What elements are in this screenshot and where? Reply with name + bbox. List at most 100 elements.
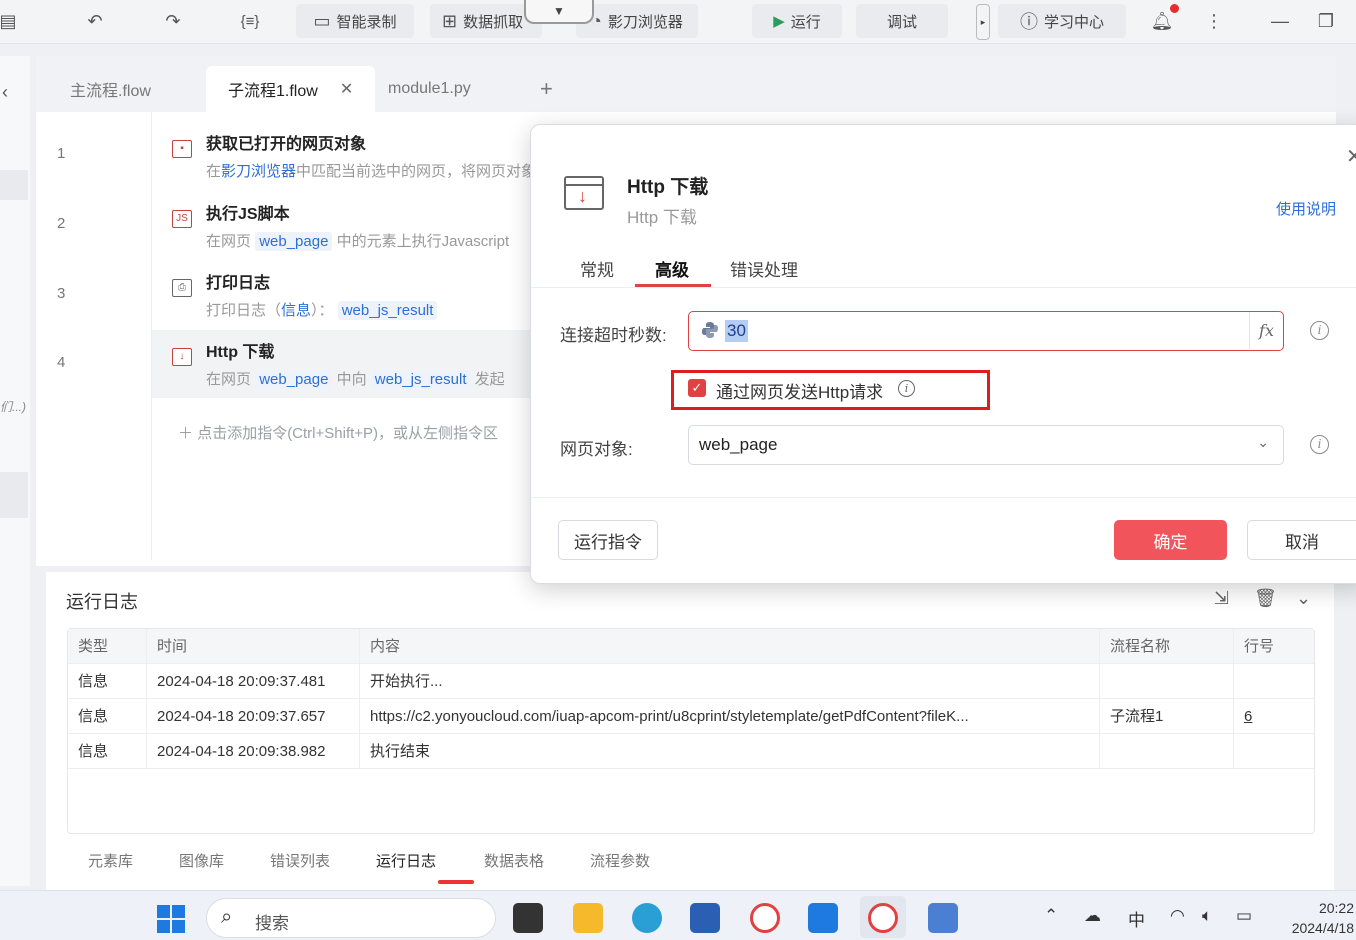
log-table: 类型 时间 内容 流程名称 行号 信息 2024-04-18 20:09:37.…: [67, 628, 1315, 834]
table-row[interactable]: 信息 2024-04-18 20:09:38.982 执行结束: [68, 734, 1314, 769]
table-icon: ⊞: [442, 10, 458, 31]
yingdao-editor-icon[interactable]: [868, 903, 898, 933]
dialog-subtitle: Http 下载: [627, 208, 697, 227]
tab-main-flow[interactable]: 主流程.flow: [48, 66, 173, 112]
tab-run-log[interactable]: 运行日志: [376, 850, 436, 871]
windows-start-icon[interactable]: [156, 904, 186, 934]
taskbar-clock[interactable]: 20:22 2024/4/18: [1276, 898, 1354, 938]
minimize-icon[interactable]: —: [1266, 4, 1294, 38]
collapse-header-chevron-icon[interactable]: ▼: [524, 0, 594, 24]
smart-record-button[interactable]: ▭ 智能录制: [296, 4, 414, 38]
plus-icon: ＋: [178, 425, 194, 442]
left-sidebar-collapsed: ‹ 们...): [0, 56, 30, 886]
send-via-webpage-checkbox[interactable]: ✓: [688, 379, 706, 397]
file-tabs: 主流程.flow 子流程1.flow ✕ module1.py: [36, 56, 1336, 112]
timeout-label: 连接超时秒数:: [560, 326, 667, 345]
search-icon: ⌕: [221, 906, 233, 928]
restore-icon[interactable]: ❐: [1312, 4, 1340, 38]
edge-browser-icon[interactable]: [632, 903, 662, 933]
notification-dot: [1170, 4, 1179, 13]
tab-error-list[interactable]: 错误列表: [270, 850, 330, 871]
printer-icon: ⎙: [172, 279, 192, 297]
webpage-icon: ▪: [172, 140, 192, 158]
trash-icon[interactable]: 🗑︎: [1254, 588, 1277, 609]
add-tab-icon[interactable]: +: [540, 76, 553, 102]
line-number: 1: [57, 145, 66, 162]
info-icon[interactable]: i: [898, 380, 915, 397]
table-header-row: 类型 时间 内容 流程名称 行号: [68, 629, 1314, 664]
tab-element-library[interactable]: 元素库: [88, 850, 133, 871]
run-button[interactable]: ▶ 运行: [752, 4, 842, 38]
dingtalk-icon[interactable]: [808, 903, 838, 933]
code-braces-icon[interactable]: {≡}: [232, 4, 268, 38]
close-icon[interactable]: ✕: [340, 79, 353, 99]
sidebar-text-fragment: 们...): [0, 400, 26, 414]
tab-image-library[interactable]: 图像库: [179, 850, 224, 871]
cloud-icon[interactable]: ☁: [1084, 906, 1101, 926]
taskbar-search[interactable]: ⌕ 搜索: [206, 898, 496, 938]
volume-muted-icon[interactable]: 🔈︎: [1202, 906, 1212, 926]
python-icon: [702, 322, 718, 338]
play-icon: ▶: [773, 13, 785, 30]
tab-subflow1[interactable]: 子流程1.flow ✕: [206, 66, 376, 112]
wifi-icon[interactable]: ◠: [1170, 906, 1185, 926]
webpage-object-select[interactable]: web_page ⌄: [688, 425, 1284, 465]
line-number: 4: [57, 354, 66, 371]
tab-data-table[interactable]: 数据表格: [484, 850, 544, 871]
battery-icon[interactable]: ▭: [1236, 906, 1252, 926]
timeout-input[interactable]: 30 fx: [688, 311, 1284, 351]
info-icon[interactable]: i: [1310, 321, 1329, 340]
line-link[interactable]: 6: [1234, 699, 1314, 734]
download-window-icon: ↓: [564, 176, 604, 210]
store-icon[interactable]: [690, 903, 720, 933]
chevron-up-icon[interactable]: ⌃: [1044, 906, 1058, 926]
save-icon[interactable]: ▤: [0, 4, 20, 38]
yingdao-browser-button[interactable]: ◔ 影刀浏览器: [576, 4, 698, 38]
fx-icon[interactable]: fx: [1249, 312, 1283, 349]
learning-center-button[interactable]: ⓘ 学习中心: [998, 4, 1126, 38]
close-icon[interactable]: ✕: [1346, 144, 1356, 169]
line-gutter: [46, 112, 152, 560]
active-tab-indicator: [438, 880, 474, 884]
run-instruction-button[interactable]: 运行指令: [558, 520, 658, 560]
info-icon[interactable]: i: [1310, 435, 1329, 454]
add-instruction-hint[interactable]: ＋ 点击添加指令(Ctrl+Shift+P)，或从左侧指令区: [178, 422, 538, 443]
ime-indicator[interactable]: 中: [1128, 906, 1145, 931]
tab-advanced[interactable]: 高级: [655, 256, 689, 281]
download-icon: ↓: [172, 348, 192, 366]
tab-error-handling[interactable]: 错误处理: [730, 256, 798, 281]
debug-button[interactable]: 调试: [856, 4, 948, 38]
tab-general[interactable]: 常规: [580, 256, 614, 281]
tab-module1[interactable]: module1.py: [366, 66, 493, 112]
undo-icon[interactable]: ↶: [80, 4, 110, 38]
table-row[interactable]: 信息 2024-04-18 20:09:37.481 开始执行...: [68, 664, 1314, 699]
ok-button[interactable]: 确定: [1114, 520, 1227, 560]
flow-step-print-log[interactable]: ⎙ 打印日志 打印日志（信息）： web_js_result: [152, 261, 542, 329]
redo-icon[interactable]: ↷: [158, 4, 188, 38]
tab-flow-params[interactable]: 流程参数: [590, 850, 650, 871]
js-script-icon: JS: [172, 210, 192, 228]
notepad-icon[interactable]: [928, 903, 958, 933]
send-via-webpage-label[interactable]: 通过网页发送Http请求: [716, 378, 883, 403]
flow-step-exec-js[interactable]: JS 执行JS脚本 在网页 web_page 中的元素上执行Javascript: [152, 192, 542, 260]
export-icon[interactable]: ⇲: [1214, 588, 1229, 609]
help-link[interactable]: 使用说明: [1276, 198, 1336, 219]
expand-toolbar-icon[interactable]: ▸: [976, 4, 990, 40]
chevron-down-icon[interactable]: ⌄: [1296, 588, 1311, 609]
timeout-value: 30: [725, 320, 748, 342]
help-circle-icon: ⓘ: [1019, 12, 1038, 32]
cancel-button[interactable]: 取消: [1247, 520, 1356, 560]
windows-taskbar: [0, 890, 1356, 940]
chevron-left-icon[interactable]: ‹: [2, 82, 8, 103]
line-number: 2: [57, 215, 66, 232]
yingdao-icon[interactable]: [750, 903, 780, 933]
top-toolbar: ▤ ↶ ↷ {≡} ▭ 智能录制 ⊞ 数据抓取 ◔ 影刀浏览器 ▶ 运行 调试 …: [0, 0, 1356, 44]
table-row[interactable]: 信息 2024-04-18 20:09:37.657 https://c2.yo…: [68, 699, 1314, 734]
chevron-down-icon: ⌄: [1257, 434, 1269, 450]
flow-step-get-webpage[interactable]: ▪ 获取已打开的网页对象 在影刀浏览器中匹配当前选中的网页，将网页对象: [152, 122, 542, 190]
more-menu-icon[interactable]: ⋮: [1204, 4, 1224, 38]
flow-step-http-download[interactable]: ↓ Http 下载 在网页 web_page 中向 web_js_result …: [152, 330, 542, 398]
task-view-icon[interactable]: [513, 903, 543, 933]
line-number: 3: [57, 285, 66, 302]
file-explorer-icon[interactable]: [573, 903, 603, 933]
